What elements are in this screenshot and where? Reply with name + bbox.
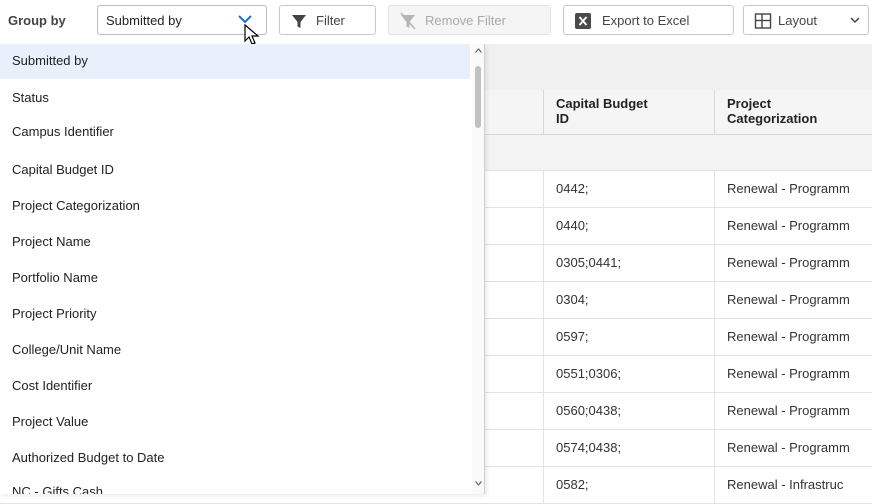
excel-icon bbox=[575, 13, 591, 29]
column-divider[interactable] bbox=[543, 90, 544, 134]
cell-divider bbox=[543, 245, 544, 281]
cell-divider bbox=[714, 171, 715, 207]
column-header-line: Categorization bbox=[727, 111, 818, 126]
mouse-cursor-icon bbox=[244, 24, 260, 45]
dropdown-option[interactable]: Portfolio Name bbox=[0, 268, 470, 288]
dropdown-option[interactable]: Project Value bbox=[0, 412, 470, 432]
cell-divider bbox=[543, 467, 544, 503]
layout-button[interactable]: Layout bbox=[743, 5, 869, 35]
dropdown-option[interactable]: Submitted by bbox=[0, 44, 470, 79]
cell-divider bbox=[543, 319, 544, 355]
cell-project-categorization: Renewal - Programm bbox=[727, 366, 850, 381]
column-header-line: Capital Budget bbox=[556, 96, 648, 111]
cell-divider bbox=[714, 245, 715, 281]
scrollbar-thumb[interactable] bbox=[475, 66, 481, 128]
column-header-project-categorization[interactable]: Project Categorization bbox=[727, 96, 817, 126]
column-divider[interactable] bbox=[714, 90, 715, 134]
dropdown-option-label: Portfolio Name bbox=[12, 270, 98, 285]
dropdown-scrollbar[interactable] bbox=[472, 44, 484, 494]
scroll-down-icon[interactable] bbox=[475, 481, 482, 486]
cell-project-categorization: Renewal - Programm bbox=[727, 218, 850, 233]
cell-capital-budget-id: 0551;0306; bbox=[556, 366, 622, 381]
dropdown-option[interactable]: Project Categorization bbox=[0, 196, 470, 216]
dropdown-option-label: Cost Identifier bbox=[12, 378, 93, 393]
cell-capital-budget-id: 0597; bbox=[556, 329, 589, 344]
remove-filter-icon bbox=[400, 12, 416, 30]
dropdown-option-label: Project Priority bbox=[12, 306, 97, 321]
cell-divider bbox=[543, 430, 544, 466]
dropdown-option-label: Submitted by bbox=[12, 53, 88, 68]
dropdown-option-label: Capital Budget ID bbox=[12, 162, 114, 177]
dropdown-option[interactable]: Status bbox=[0, 88, 470, 108]
remove-filter-label: Remove Filter bbox=[425, 13, 506, 28]
cell-project-categorization: Renewal - Infrastruc bbox=[727, 477, 844, 492]
cell-divider bbox=[714, 467, 715, 503]
remove-filter-button[interactable]: Remove Filter bbox=[388, 5, 551, 35]
dropdown-option-label: Project Name bbox=[12, 234, 91, 249]
export-label: Export to Excel bbox=[602, 13, 690, 28]
dropdown-option-label: Project Categorization bbox=[12, 198, 140, 213]
dropdown-option[interactable]: Capital Budget ID bbox=[0, 160, 470, 180]
dropdown-option[interactable]: NC - Gifts Cash bbox=[0, 482, 470, 494]
dropdown-option[interactable]: Project Priority bbox=[0, 304, 470, 324]
dropdown-option-label: Campus Identifier bbox=[12, 124, 114, 139]
cell-divider bbox=[714, 356, 715, 392]
cell-project-categorization: Renewal - Programm bbox=[727, 255, 850, 270]
cell-divider bbox=[714, 208, 715, 244]
column-header-capital-budget-id[interactable]: Capital Budget ID bbox=[556, 96, 648, 126]
cell-divider bbox=[543, 356, 544, 392]
cell-divider bbox=[543, 393, 544, 429]
cell-project-categorization: Renewal - Programm bbox=[727, 292, 850, 307]
cell-divider bbox=[543, 171, 544, 207]
cell-capital-budget-id: 0574;0438; bbox=[556, 440, 622, 455]
cell-divider bbox=[714, 282, 715, 318]
cell-capital-budget-id: 0440; bbox=[556, 218, 589, 233]
cell-project-categorization: Renewal - Programm bbox=[727, 181, 850, 196]
cell-divider bbox=[543, 208, 544, 244]
group-by-value: Submitted by bbox=[106, 13, 182, 28]
cell-project-categorization: Renewal - Programm bbox=[727, 440, 850, 455]
dropdown-option-label: NC - Gifts Cash bbox=[12, 484, 104, 494]
layout-label: Layout bbox=[778, 13, 818, 28]
dropdown-option-label: Authorized Budget to Date bbox=[12, 450, 165, 465]
cell-divider bbox=[714, 430, 715, 466]
dropdown-option[interactable]: Authorized Budget to Date bbox=[0, 448, 470, 468]
cell-capital-budget-id: 0304; bbox=[556, 292, 589, 307]
cell-project-categorization: Renewal - Programm bbox=[727, 329, 850, 344]
cell-divider bbox=[543, 282, 544, 318]
group-by-label: Group by bbox=[8, 13, 66, 28]
dropdown-option-label: College/Unit Name bbox=[12, 342, 122, 357]
cell-capital-budget-id: 0582; bbox=[556, 477, 589, 492]
filter-button[interactable]: Filter bbox=[279, 5, 376, 35]
dropdown-option[interactable]: Campus Identifier bbox=[0, 122, 470, 142]
toolbar: Group by Submitted by Filter Remove Filt… bbox=[0, 0, 872, 45]
cell-divider bbox=[714, 393, 715, 429]
column-header-line: ID bbox=[556, 111, 569, 126]
dropdown-option[interactable]: College/Unit Name bbox=[0, 340, 470, 360]
group-by-dropdown-list[interactable]: Submitted by Status Campus Identifier Capit… bbox=[0, 44, 485, 494]
dropdown-option-label: Project Value bbox=[12, 414, 89, 429]
chevron-down-icon[interactable] bbox=[238, 14, 252, 24]
filter-icon bbox=[292, 15, 306, 28]
group-by-select[interactable]: Submitted by bbox=[97, 5, 267, 35]
chevron-down-icon bbox=[850, 17, 860, 24]
cell-capital-budget-id: 0560;0438; bbox=[556, 403, 622, 418]
cell-project-categorization: Renewal - Programm bbox=[727, 403, 850, 418]
cell-capital-budget-id: 0442; bbox=[556, 181, 589, 196]
cell-divider bbox=[714, 319, 715, 355]
dropdown-option-label: Status bbox=[12, 90, 49, 105]
filter-label: Filter bbox=[316, 13, 345, 28]
dropdown-option[interactable]: Project Name bbox=[0, 232, 470, 252]
dropdown-option[interactable]: Cost Identifier bbox=[0, 376, 470, 396]
column-header-line: Project bbox=[727, 96, 772, 111]
export-to-excel-button[interactable]: Export to Excel bbox=[563, 5, 734, 35]
layout-grid-icon bbox=[754, 13, 772, 29]
scroll-up-icon[interactable] bbox=[475, 48, 482, 53]
cell-capital-budget-id: 0305;0441; bbox=[556, 255, 622, 270]
